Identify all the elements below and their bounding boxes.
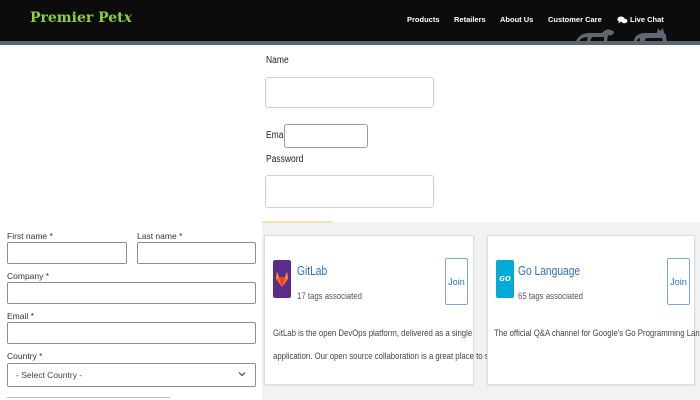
card-tags-gitlab: 17 tags associated — [297, 291, 362, 302]
community-card-go: GO Go Language 65 tags associated Join T… — [487, 235, 700, 385]
card-description-gitlab: GitLab is the open DevOps platform, deli… — [273, 322, 504, 368]
card-description-go: The official Q&A channel for Google's Go… — [494, 322, 700, 345]
last-name-label: Last name * — [137, 231, 183, 241]
join-button-go[interactable]: Join — [667, 258, 690, 305]
go-logo-icon: GO — [496, 260, 514, 298]
go-logo-text: GO — [499, 275, 511, 283]
chevron-down-icon — [238, 372, 246, 377]
email-label-signup: Email * — [7, 311, 34, 321]
nav-about-us[interactable]: About Us — [500, 15, 533, 24]
nav-products[interactable]: Products — [407, 15, 440, 24]
last-name-input[interactable] — [137, 242, 256, 264]
card-description-line: The official Q&A channel for Google's Go… — [494, 328, 700, 339]
header-divider — [0, 41, 700, 45]
email-input-signup[interactable] — [7, 322, 256, 344]
nav-retailers[interactable]: Retailers — [454, 15, 486, 24]
name-label: Name — [266, 55, 289, 66]
card-description-line: GitLab is the open DevOps platform, deli… — [273, 328, 473, 339]
country-select-value: - Select Country - — [16, 370, 83, 380]
card-description-line: application. Our open source collaborati… — [273, 351, 504, 362]
password-input[interactable] — [265, 175, 434, 208]
card-tags-go: 65 tags associated — [518, 291, 583, 302]
password-label: Password — [266, 154, 304, 165]
gitlab-logo-icon — [273, 260, 291, 298]
card-title-gitlab[interactable]: GitLab — [297, 264, 327, 278]
company-input[interactable] — [7, 282, 256, 304]
company-label: Company * — [7, 271, 50, 281]
site-header: Premier Petx Products Retailers About Us… — [0, 0, 700, 42]
country-label: Country * — [7, 351, 43, 361]
section-accent-line — [262, 221, 332, 223]
first-name-label: First name * — [7, 231, 53, 241]
name-input[interactable] — [265, 77, 434, 108]
join-label-go: Join — [670, 276, 687, 287]
community-card-gitlab: GitLab 17 tags associated Join GitLab is… — [264, 235, 504, 385]
card-title-go[interactable]: Go Language — [518, 264, 580, 278]
join-label-gitlab: Join — [448, 276, 465, 287]
join-button-gitlab[interactable]: Join — [445, 258, 468, 305]
email-input[interactable] — [284, 124, 368, 148]
premier-pet-logo[interactable]: Premier Petx — [30, 10, 132, 26]
country-select[interactable]: - Select Country - — [7, 363, 256, 387]
first-name-input[interactable] — [7, 242, 127, 264]
